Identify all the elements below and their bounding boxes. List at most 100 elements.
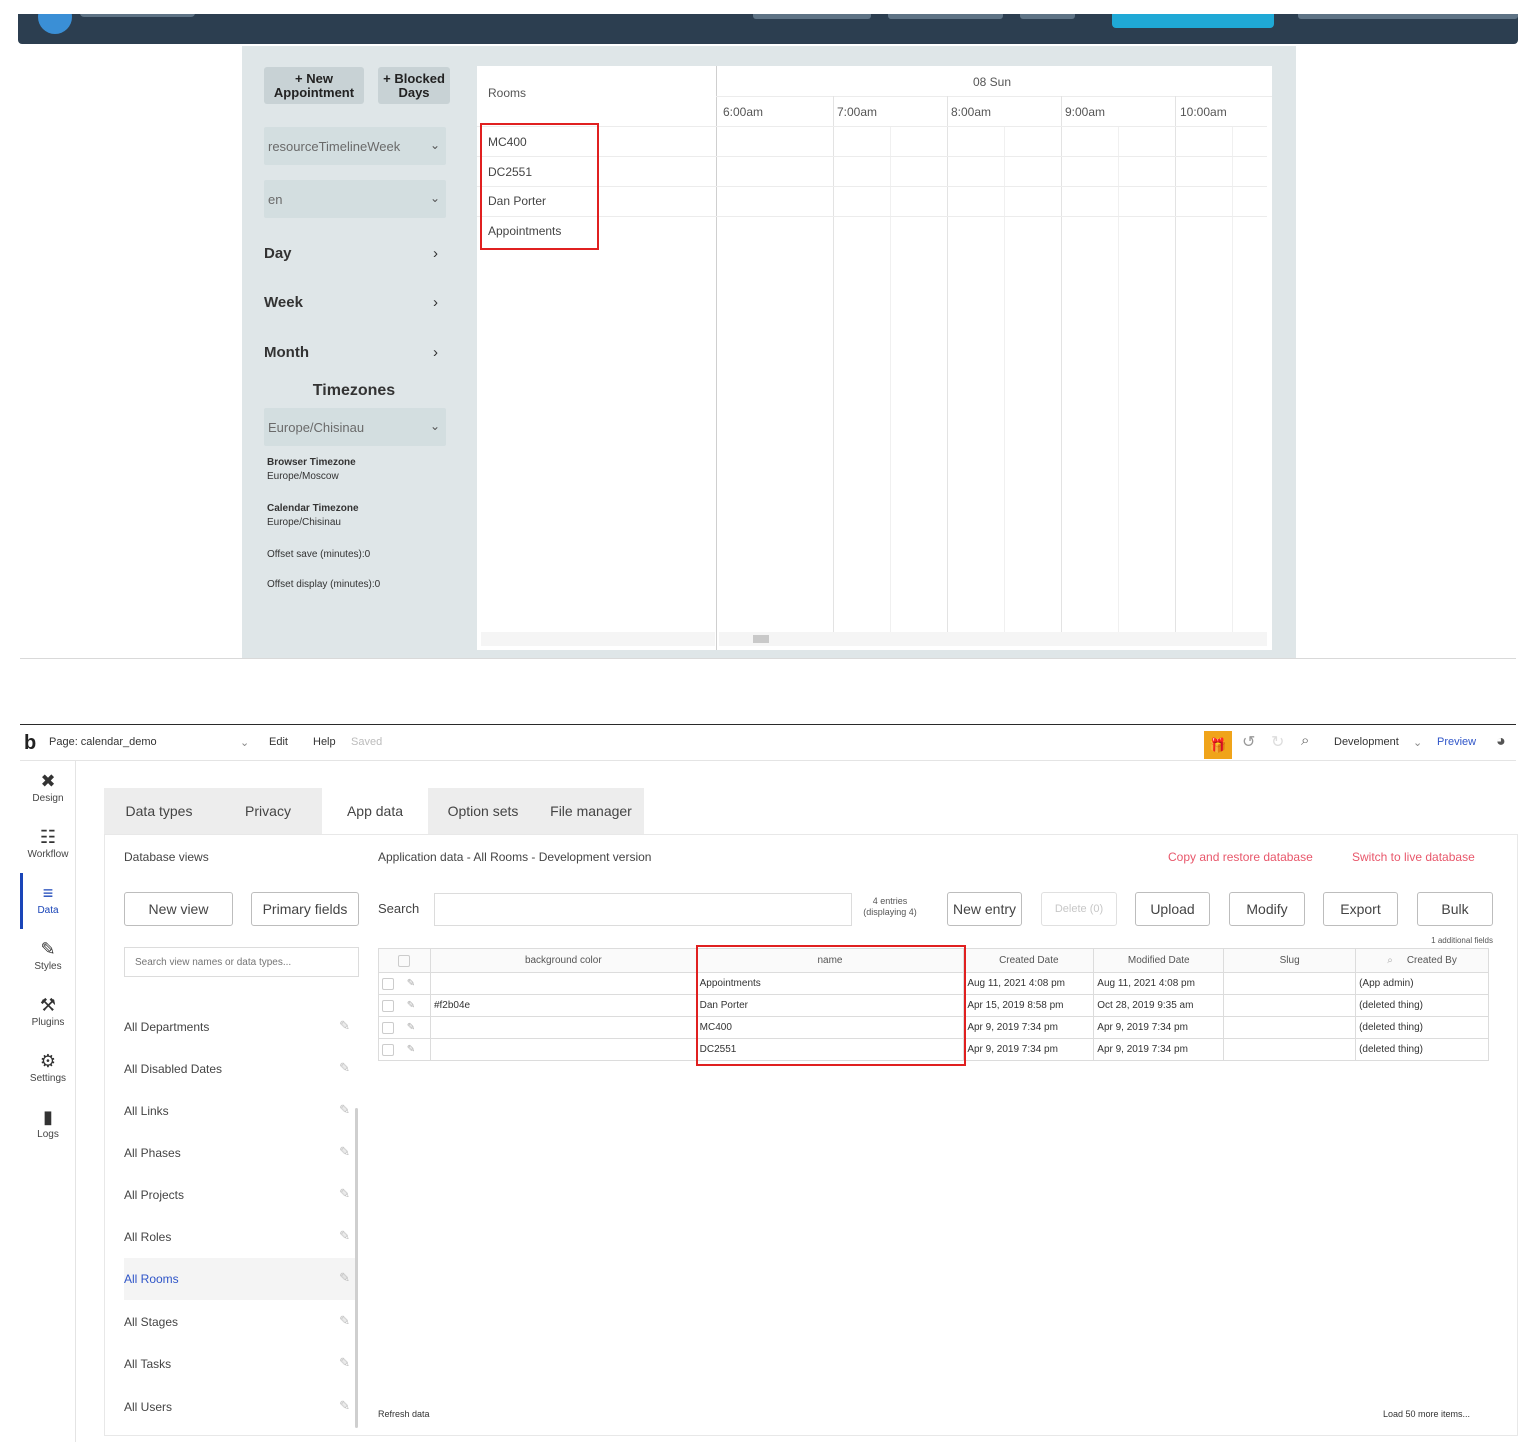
tab-file-manager[interactable]: File manager [538,788,644,834]
edit-icon[interactable]: ✎ [339,1313,350,1329]
search-icon[interactable]: ⌕ [1301,732,1309,749]
search-entries-input[interactable] [434,893,852,926]
edit-icon[interactable]: ✎ [339,1355,350,1371]
page-selector[interactable]: Page: calendar_demo [49,736,157,748]
select-all-checkbox[interactable] [398,954,411,967]
header-nav-link[interactable] [888,14,1003,19]
primary-fields-button[interactable]: Primary fields [251,892,359,926]
month-view-button[interactable]: Month › [264,344,444,361]
copy-restore-link[interactable]: Copy and restore database [1168,850,1313,864]
header-cta-button[interactable] [1112,14,1274,28]
site-logo[interactable] [38,14,72,34]
column-header[interactable]: Modified Date [1093,948,1225,973]
chevron-down-icon[interactable]: ⌄ [240,736,249,749]
nav-settings[interactable]: ⚙ Settings [20,1049,76,1084]
view-item[interactable]: All Phases ✎ [124,1132,356,1174]
search-icon[interactable]: ⌕ [1387,955,1393,966]
edit-icon[interactable]: ✎ [407,1000,415,1011]
column-header[interactable]: Slug [1223,948,1357,973]
tab-option-sets[interactable]: Option sets [428,788,538,834]
refresh-data-link[interactable]: Refresh data [378,1409,430,1419]
resource-scrollbar[interactable] [481,632,715,646]
nav-logs[interactable]: ▮ Logs [20,1105,76,1140]
edit-menu[interactable]: Edit [269,736,288,748]
new-view-button[interactable]: New view [124,892,233,926]
view-item[interactable]: All Stages ✎ [124,1301,356,1343]
time-slot-label: 10:00am [1180,105,1227,119]
additional-fields-link[interactable]: 1 additional fields [1390,936,1493,945]
edit-icon[interactable]: ✎ [339,1228,350,1244]
load-more-link[interactable]: Load 50 more items... [1383,1409,1470,1419]
new-appointment-button[interactable]: + New Appointment [264,67,364,104]
tab-app-data[interactable]: App data [322,788,428,834]
new-entry-button[interactable]: New entry [947,892,1022,926]
environment-select[interactable]: Development [1334,736,1399,748]
edit-icon[interactable]: ✎ [407,978,415,989]
gift-icon[interactable]: 🎁 [1204,731,1232,759]
view-item-selected[interactable]: All Rooms ✎ [124,1258,356,1300]
editor-toolbar: b Page: calendar_demo ⌄ Edit Help Saved … [20,725,1516,761]
undo-icon[interactable]: ↺ [1242,732,1255,752]
tab-privacy[interactable]: Privacy [214,788,322,834]
edit-icon[interactable]: ✎ [339,1270,350,1286]
search-views-input[interactable] [124,947,359,977]
edit-icon[interactable]: ✎ [407,1044,415,1055]
modify-button[interactable]: Modify [1229,892,1305,926]
language-select[interactable]: en ⌄ [264,180,446,218]
column-header[interactable]: Created Date [963,948,1095,973]
edit-icon[interactable]: ✎ [339,1102,350,1118]
row-checkbox[interactable] [382,1043,394,1056]
header-nav-link[interactable] [753,14,871,19]
switch-live-link[interactable]: Switch to live database [1352,850,1475,864]
timezone-select[interactable]: Europe/Chisinau ⌄ [264,408,446,446]
tab-data-types[interactable]: Data types [104,788,214,834]
redo-icon[interactable]: ↻ [1271,732,1284,752]
blocked-days-button[interactable]: + Blocked Days [378,67,450,104]
row-checkbox[interactable] [382,1021,394,1034]
scrollbar-thumb[interactable] [753,635,769,643]
cell-bg-color [429,1016,697,1039]
day-view-button[interactable]: Day › [264,245,444,262]
edit-icon[interactable]: ✎ [339,1186,350,1202]
delete-button[interactable]: Delete (0) [1041,892,1117,926]
column-header[interactable]: background color [429,948,697,973]
row-checkbox[interactable] [382,977,394,990]
timeline-scrollbar[interactable] [719,632,1267,646]
view-item[interactable]: All Users ✎ [124,1386,356,1428]
header-nav-link[interactable] [1298,14,1518,19]
chevron-down-icon[interactable]: ⌄ [1413,736,1422,749]
views-scrollbar[interactable] [355,1108,358,1428]
view-item[interactable]: All Tasks ✎ [124,1343,356,1385]
nav-workflow[interactable]: ☷ Workflow [20,825,76,860]
select-all-header[interactable] [378,948,431,973]
view-item[interactable]: All Roles ✎ [124,1216,356,1258]
week-view-button[interactable]: Week › [264,294,444,311]
bulk-button[interactable]: Bulk [1417,892,1493,926]
edit-icon[interactable]: ✎ [339,1144,350,1160]
edit-icon[interactable]: ✎ [339,1398,350,1414]
view-item[interactable]: All Disabled Dates ✎ [124,1048,356,1090]
cell-created: Apr 9, 2019 7:34 pm [963,1038,1095,1061]
header-nav-link[interactable] [1020,14,1075,19]
preview-link[interactable]: Preview [1437,736,1476,748]
upload-button[interactable]: Upload [1135,892,1210,926]
edit-icon[interactable]: ✎ [339,1060,350,1076]
view-item[interactable]: All Projects ✎ [124,1174,356,1216]
help-menu[interactable]: Help [313,736,336,748]
view-type-select[interactable]: resourceTimelineWeek ⌄ [264,127,446,165]
nav-styles[interactable]: ✎ Styles [20,937,76,972]
browser-timezone-info: Browser Timezone Europe/Moscow [267,456,356,484]
calendar-timezone-value: Europe/Chisinau [267,517,341,528]
edit-icon[interactable]: ✎ [407,1022,415,1033]
nav-design[interactable]: ✖ Design [20,769,76,804]
nav-data[interactable]: ≡ Data [20,881,76,916]
bubble-logo-icon[interactable]: b [24,732,36,755]
edit-icon[interactable]: ✎ [339,1018,350,1034]
account-icon[interactable]: ◕ [1496,733,1506,751]
view-item[interactable]: All Links ✎ [124,1090,356,1132]
nav-plugins[interactable]: ⚒ Plugins [20,993,76,1028]
row-checkbox[interactable] [382,999,394,1012]
view-item[interactable]: All Departments ✎ [124,1006,356,1048]
column-header[interactable]: ⌕ Created By [1355,948,1489,973]
export-button[interactable]: Export [1323,892,1398,926]
